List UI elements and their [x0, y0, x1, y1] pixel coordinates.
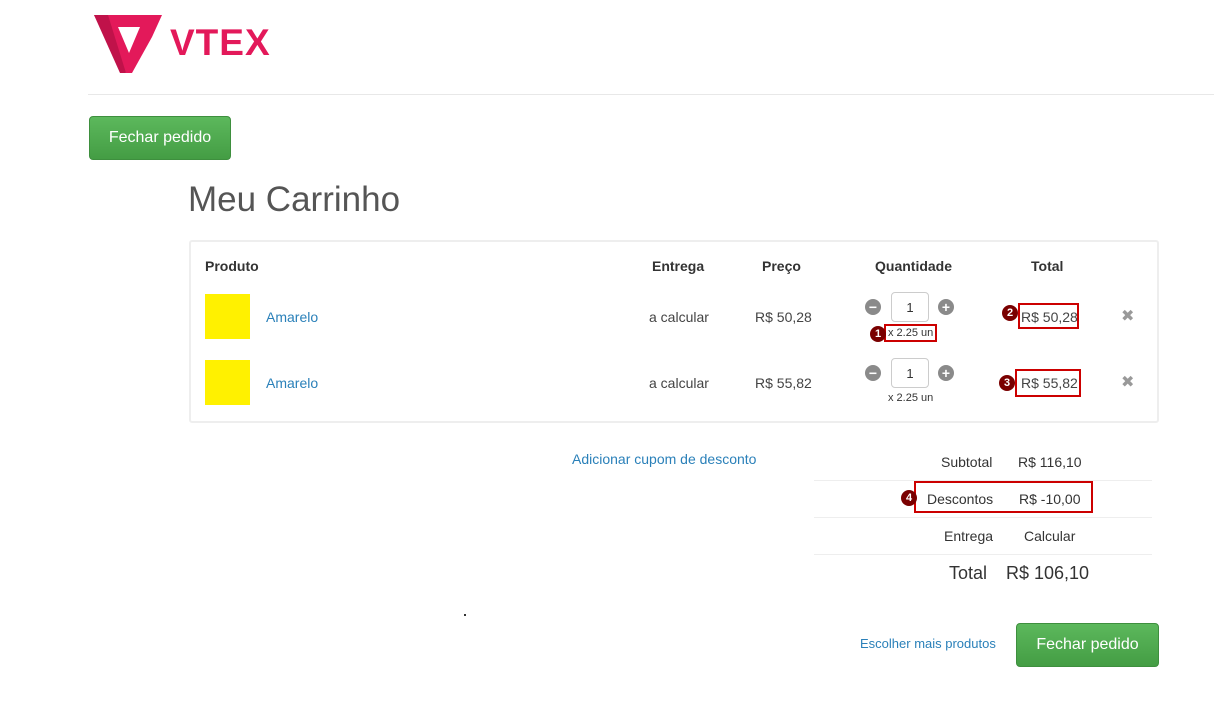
product-link[interactable]: Amarelo: [266, 309, 318, 325]
subtotal-label: Subtotal: [941, 454, 993, 470]
header-total: Total: [1031, 258, 1064, 274]
discounts-value: R$ -10,00: [1019, 491, 1081, 507]
logo-text: VTEX: [170, 22, 271, 63]
delivery-value: a calcular: [649, 309, 709, 325]
minus-circle-icon[interactable]: −: [865, 365, 881, 381]
product-link[interactable]: Amarelo: [266, 375, 318, 391]
annotation-marker-4: 4: [901, 490, 917, 506]
unit-multiplier: x 2.25 un: [888, 392, 934, 404]
unit-multiplier: x 2.25 un: [888, 327, 934, 339]
close-icon[interactable]: ✖: [1121, 309, 1134, 325]
header-delivery: Entrega: [652, 258, 705, 274]
more-products-link[interactable]: Escolher mais produtos: [860, 636, 996, 651]
page-title: Meu Carrinho: [188, 180, 401, 219]
checkout-button-top[interactable]: Fechar pedido: [89, 116, 231, 160]
stray-dot: [464, 614, 466, 616]
subtotal-value: R$ 116,10: [1018, 454, 1082, 470]
header-quantity: Quantidade: [875, 258, 953, 274]
price-value: R$ 55,82: [755, 375, 812, 391]
calculate-delivery-link[interactable]: Calcular: [1024, 528, 1075, 544]
discounts-label: Descontos: [927, 491, 994, 507]
annotation-marker-1: 1: [870, 326, 886, 342]
row-total: R$ 50,28: [1021, 309, 1078, 325]
summary-divider: [814, 517, 1152, 518]
total-value: R$ 106,10: [1006, 563, 1090, 583]
header-product: Produto: [205, 258, 259, 274]
product-image[interactable]: [205, 360, 250, 405]
row-total: R$ 55,82: [1021, 375, 1078, 391]
checkout-button-bottom[interactable]: Fechar pedido: [1016, 623, 1159, 667]
header-divider: [88, 94, 1214, 95]
vtex-logo[interactable]: VTEX: [92, 13, 270, 75]
minus-circle-icon[interactable]: −: [865, 299, 881, 315]
close-icon[interactable]: ✖: [1121, 375, 1134, 391]
quantity-input[interactable]: [891, 358, 929, 388]
header-price: Preço: [762, 258, 801, 274]
delivery-label: Entrega: [944, 528, 994, 544]
vtex-logo-icon: [94, 15, 162, 73]
plus-circle-icon[interactable]: +: [938, 365, 954, 381]
annotation-marker-3: 3: [999, 375, 1015, 391]
price-value: R$ 50,28: [755, 309, 812, 325]
plus-circle-icon[interactable]: +: [938, 299, 954, 315]
delivery-value: a calcular: [649, 375, 709, 391]
add-coupon-link[interactable]: Adicionar cupom de desconto: [572, 451, 756, 467]
total-label: Total: [949, 563, 988, 583]
summary-divider: [814, 554, 1152, 555]
quantity-input[interactable]: [891, 292, 929, 322]
annotation-marker-2: 2: [1002, 305, 1018, 321]
product-image[interactable]: [205, 294, 250, 339]
